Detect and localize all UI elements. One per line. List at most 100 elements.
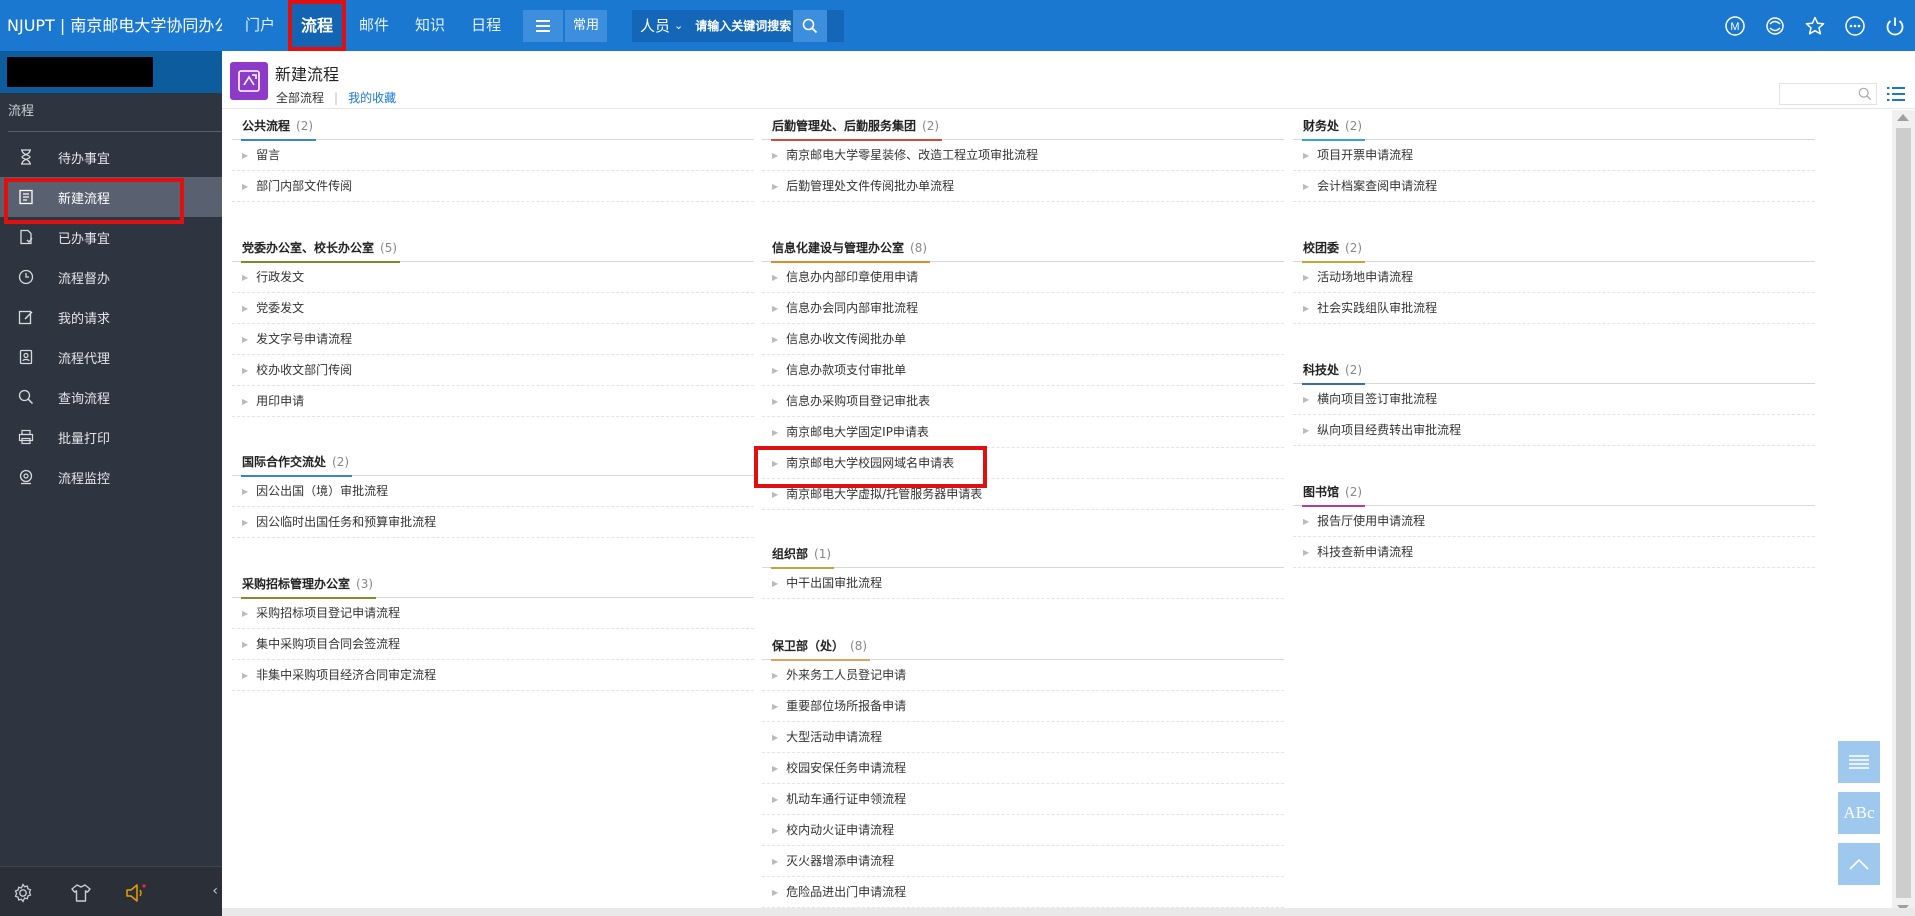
nav-workflow[interactable]: 流程 (288, 0, 347, 51)
bullet-arrow-icon: ▶ (242, 487, 249, 496)
nav-mail[interactable]: 邮件 (346, 0, 402, 51)
workflow-link[interactable]: ▶ 信息办收文传阅批办单 (762, 324, 1284, 355)
nav-knowledge[interactable]: 知识 (402, 0, 458, 51)
workflow-search-input[interactable] (1779, 83, 1877, 105)
user-area (0, 51, 222, 93)
vertical-scrollbar[interactable] (1892, 110, 1915, 916)
workflow-link[interactable]: ▶ 信息办内部印章使用申请 (762, 262, 1284, 293)
workflow-link[interactable]: ▶ 信息办款项支付审批单 (762, 355, 1284, 386)
sidebar-item-agent[interactable]: 流程代理 (0, 337, 222, 377)
scrollbar-thumb[interactable] (1896, 128, 1911, 898)
workflow-link[interactable]: ▶ 采购招标项目登记申请流程 (232, 598, 754, 629)
sidebar-item-supervise[interactable]: 流程督办 (0, 257, 222, 297)
workflow-link[interactable]: ▶ 南京邮电大学校园网域名申请表 (754, 446, 1284, 488)
sidebar-item-query[interactable]: 查询流程 (0, 377, 222, 417)
list-view-button[interactable] (1838, 741, 1880, 783)
settings-icon[interactable] (10, 880, 36, 906)
list-view-toggle-icon[interactable] (1886, 85, 1906, 103)
workflow-link[interactable]: ▶ 南京邮电大学虚拟/托管服务器申请表 (762, 479, 1284, 510)
workflow-link[interactable]: ▶ 校办收文部门传阅 (232, 355, 754, 386)
sidebar-item-my-requests[interactable]: 我的请求 (0, 297, 222, 337)
group-header: 校团委 (2) (1293, 234, 1815, 263)
bullet-arrow-icon: ▶ (242, 151, 249, 160)
workflow-link[interactable]: ▶ 用印申请 (232, 386, 754, 417)
power-icon[interactable] (1875, 0, 1915, 51)
workflow-link[interactable]: ▶ 机动车通行证申领流程 (762, 784, 1284, 815)
search-icon[interactable] (1858, 87, 1872, 101)
workflow-link[interactable]: ▶ 党委发文 (232, 293, 754, 324)
workflow-link[interactable]: ▶ 活动场地申请流程 (1293, 262, 1815, 293)
back-to-top-button[interactable] (1838, 843, 1880, 885)
sidebar-item-batch-print[interactable]: 批量打印 (0, 417, 222, 457)
hamburger-menu-button[interactable] (523, 10, 563, 42)
new-workflow-icon (230, 62, 268, 100)
workflow-link[interactable]: ▶ 因公出国（境）审批流程 (232, 476, 754, 507)
workflow-link[interactable]: ▶ 外来务工人员登记申请 (762, 660, 1284, 691)
sidebar-item-new-workflow[interactable]: 新建流程 (0, 177, 222, 224)
tab-all-workflows[interactable]: 全部流程 (276, 89, 324, 106)
bullet-arrow-icon: ▶ (772, 273, 779, 282)
workflow-link[interactable]: ▶ 因公临时出国任务和预算审批流程 (232, 507, 754, 538)
workflow-link[interactable]: ▶ 报告厅使用申请流程 (1293, 506, 1815, 537)
bullet-arrow-icon: ▶ (242, 335, 249, 344)
bullet-arrow-icon: ▶ (1303, 304, 1310, 313)
search-button[interactable] (793, 10, 828, 42)
workflow-link[interactable]: ▶ 集中采购项目合同会签流程 (232, 629, 754, 660)
workflow-link[interactable]: ▶ 发文字号申请流程 (232, 324, 754, 355)
sidebar-item-todo[interactable]: 待办事宜 (0, 137, 222, 177)
sidebar-item-done[interactable]: 已办事宜 (0, 217, 222, 257)
brand-title[interactable]: NJUPT | 南京邮电大学协同办公 (0, 0, 222, 51)
group-count: (8) (850, 639, 868, 653)
search-type-select[interactable]: 人员 ⌄ (632, 10, 691, 42)
workflow-link[interactable]: ▶ 南京邮电大学固定IP申请表 (762, 417, 1284, 448)
workflow-link[interactable]: ▶ 留言 (232, 140, 754, 171)
workflow-link[interactable]: ▶ 后勤管理处文件传阅批办单流程 (762, 171, 1284, 202)
common-button[interactable]: 常用 (565, 10, 607, 42)
star-icon[interactable] (1795, 0, 1835, 51)
workflow-link[interactable]: ▶ 重要部位场所报备申请 (762, 691, 1284, 722)
search-input[interactable] (691, 10, 794, 42)
workflow-link[interactable]: ▶ 灭火器增添申请流程 (762, 846, 1284, 877)
page-header: 新建流程 全部流程 | 我的收藏 (222, 51, 1915, 109)
workflow-link[interactable]: ▶ 纵向项目经费转出审批流程 (1293, 415, 1815, 446)
workflow-link[interactable]: ▶ 社会实践组队审批流程 (1293, 293, 1815, 324)
workflow-link[interactable]: ▶ 科技查新申请流程 (1293, 537, 1815, 568)
avatar-letter: M (1730, 21, 1739, 33)
workflow-link[interactable]: ▶ 行政发文 (232, 262, 754, 293)
collapse-icon[interactable]: ‹ (212, 883, 218, 899)
workflow-link[interactable]: ▶ 部门内部文件传阅 (232, 171, 754, 202)
sidebar-item-monitor[interactable]: 流程监控 (0, 457, 222, 497)
refresh-icon[interactable] (1755, 0, 1795, 51)
workflow-link[interactable]: ▶ 危险品进出门申请流程 (762, 877, 1284, 908)
font-size-button[interactable]: ABc (1838, 792, 1880, 834)
group-count: (2) (922, 119, 940, 133)
workflow-link[interactable]: ▶ 项目开票申请流程 (1293, 140, 1815, 171)
workflow-link[interactable]: ▶ 信息办会同内部审批流程 (762, 293, 1284, 324)
group-count: (2) (1345, 363, 1363, 377)
scroll-up-arrow-icon[interactable] (1897, 114, 1909, 121)
group-header: 保卫部（处） (8) (762, 632, 1284, 661)
horizontal-scrollbar[interactable] (222, 908, 1915, 916)
workflow-link[interactable]: ▶ 校园安保任务申请流程 (762, 753, 1284, 784)
more-icon[interactable] (1835, 0, 1875, 51)
group-header: 党委办公室、校长办公室 (5) (232, 234, 754, 263)
workflow-link[interactable]: ▶ 非集中采购项目经济合同审定流程 (232, 660, 754, 691)
workflow-link[interactable]: ▶ 信息办采购项目登记审批表 (762, 386, 1284, 417)
speaker-icon[interactable] (123, 880, 149, 906)
workflow-link-label: 党委发文 (256, 301, 305, 315)
nav-schedule[interactable]: 日程 (458, 0, 514, 51)
avatar-icon[interactable]: M (1715, 0, 1755, 51)
workflow-link-label: 信息办内部印章使用申请 (786, 270, 919, 284)
group-title: 科技处 (1303, 363, 1340, 377)
workflow-link[interactable]: ▶ 中干出国审批流程 (762, 568, 1284, 599)
workflow-link[interactable]: ▶ 横向项目签订审批流程 (1293, 384, 1815, 415)
workflow-link[interactable]: ▶ 南京邮电大学零星装修、改造工程立项审批流程 (762, 140, 1284, 171)
bullet-arrow-icon: ▶ (772, 366, 779, 375)
tab-my-favorites[interactable]: 我的收藏 (348, 89, 396, 106)
shirt-icon[interactable] (68, 880, 94, 906)
workflow-link[interactable]: ▶ 会计档案查阅申请流程 (1293, 171, 1815, 202)
workflow-link[interactable]: ▶ 大型活动申请流程 (762, 722, 1284, 753)
nav-portal[interactable]: 门户 (232, 0, 288, 51)
workflow-link[interactable]: ▶ 校内动火证申请流程 (762, 815, 1284, 846)
workflow-link-label: 南京邮电大学固定IP申请表 (786, 425, 929, 439)
